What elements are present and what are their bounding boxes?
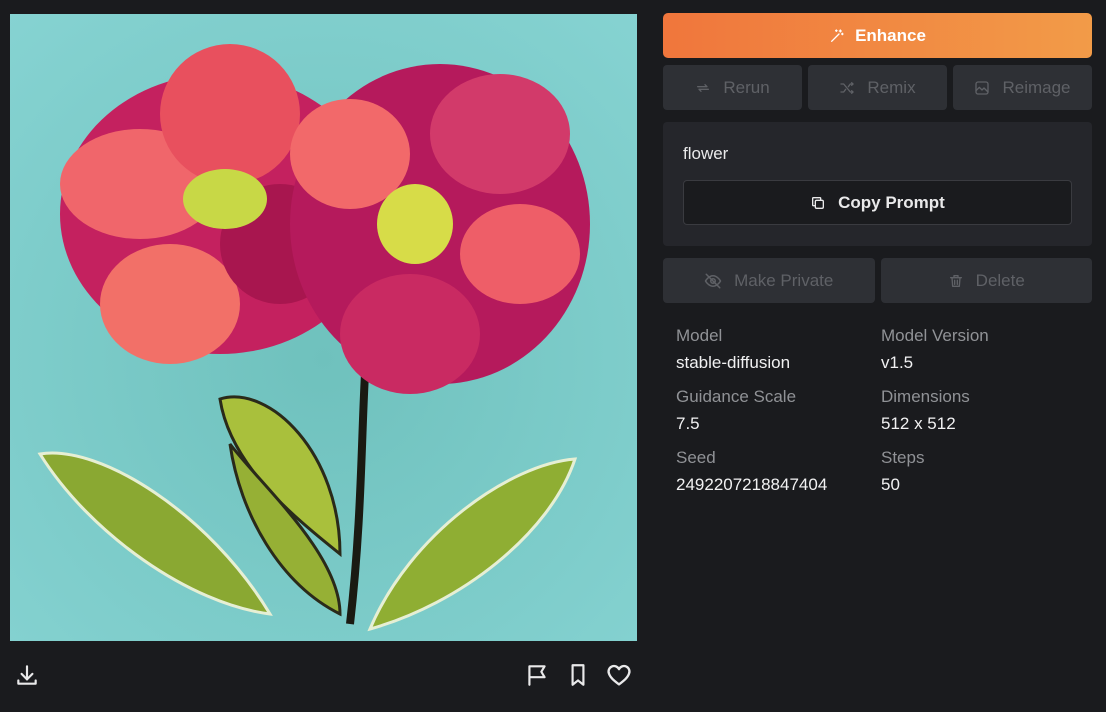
reimage-button[interactable]: Reimage (953, 65, 1092, 110)
flower-painting (10, 14, 637, 641)
remix-button[interactable]: Remix (808, 65, 947, 110)
detail-label: Model Version (881, 326, 989, 345)
image-icon (975, 80, 990, 95)
heart-icon (607, 664, 631, 686)
detail-label: Model (676, 326, 723, 345)
remix-icon (840, 81, 855, 94)
prompt-card: flower Copy Prompt (663, 122, 1092, 246)
copy-icon (812, 196, 825, 209)
detail-value: 512 x 512 (881, 414, 956, 433)
copy-prompt-label: Copy Prompt (838, 192, 945, 212)
detail-label: Seed (676, 448, 716, 467)
reimage-label: Reimage (1002, 77, 1071, 97)
delete-button[interactable]: Delete (880, 258, 1092, 303)
detail-model-version: Model Version v1.5 (881, 326, 1086, 387)
detail-label: Steps (881, 448, 925, 467)
like-button[interactable] (604, 660, 634, 690)
generation-details: Model stable-diffusion Model Version v1.… (663, 326, 1092, 509)
detail-value: stable-diffusion (676, 353, 791, 372)
bookmark-button[interactable] (563, 660, 593, 690)
copy-prompt-button[interactable]: Copy Prompt (683, 180, 1072, 225)
report-button[interactable] (522, 660, 552, 690)
detail-value: 50 (881, 475, 900, 494)
enhance-button[interactable]: Enhance (663, 13, 1092, 58)
generated-image[interactable] (10, 14, 637, 641)
details-panel: Enhance Rerun Remix Reimage flower Copy … (663, 13, 1092, 509)
detail-value: 2492207218847404 (676, 475, 828, 494)
detail-seed: Seed 2492207218847404 (676, 448, 881, 509)
detail-model: Model stable-diffusion (676, 326, 881, 387)
download-button[interactable] (12, 660, 42, 690)
flag-icon (528, 665, 546, 686)
rerun-button[interactable]: Rerun (663, 65, 802, 110)
rerun-label: Rerun (723, 77, 770, 97)
download-icon (17, 665, 37, 685)
eye-off-icon (704, 273, 722, 288)
detail-value: v1.5 (881, 353, 914, 372)
detail-steps: Steps 50 (881, 448, 1086, 509)
make-private-button[interactable]: Make Private (663, 258, 875, 303)
trash-icon (949, 274, 962, 287)
make-private-label: Make Private (734, 270, 834, 290)
bookmark-icon (571, 664, 585, 686)
prompt-text: flower (683, 144, 729, 163)
enhance-label: Enhance (855, 25, 926, 45)
detail-label: Guidance Scale (676, 387, 797, 406)
rerun-icon (697, 83, 710, 92)
delete-label: Delete (975, 270, 1025, 290)
remix-label: Remix (867, 77, 916, 97)
detail-dimensions: Dimensions 512 x 512 (881, 387, 1086, 448)
detail-label: Dimensions (881, 387, 970, 406)
detail-value: 7.5 (676, 414, 700, 433)
wand-icon (831, 28, 844, 42)
detail-guidance-scale: Guidance Scale 7.5 (676, 387, 881, 448)
